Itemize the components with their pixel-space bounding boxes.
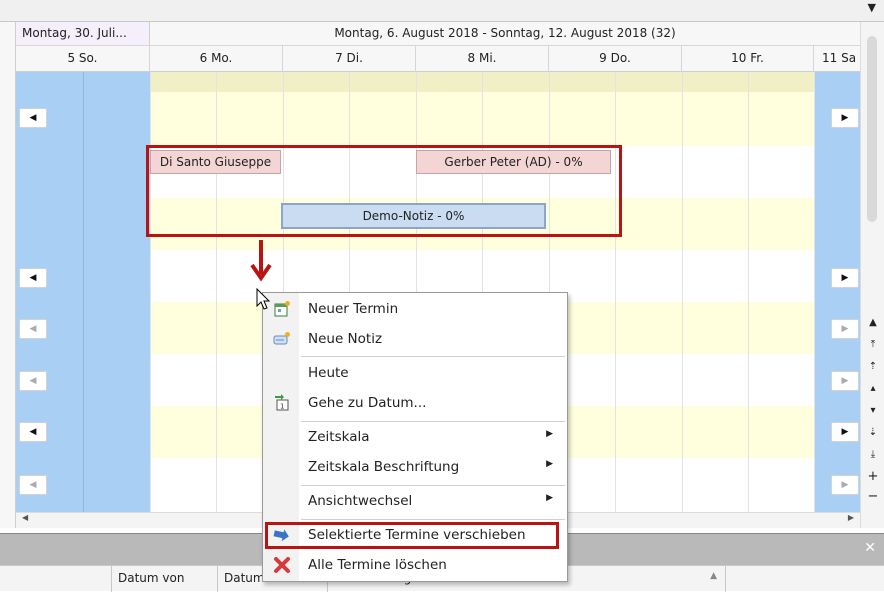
empty-column-header [0, 566, 112, 592]
delete-x-icon [274, 557, 290, 573]
selection-highlight-box [146, 145, 622, 237]
calendar-new-icon [274, 301, 290, 317]
menu-item-label: Heute [308, 365, 349, 381]
menu-item-zeitskala-beschriftung[interactable]: Zeitskala Beschriftung ▶ [263, 453, 567, 481]
plus-icon[interactable]: + [861, 468, 884, 486]
close-icon[interactable]: ✕ [864, 540, 876, 556]
sort-ascending-icon[interactable]: ▲ [710, 571, 717, 581]
zoom-out-icon[interactable]: ⇣ [861, 424, 884, 442]
day-header-sunday[interactable]: 5 So. [16, 46, 150, 72]
zoom-in-max-icon[interactable]: ⤒ [861, 336, 884, 354]
menu-item-neuer-termin[interactable]: Neuer Termin [263, 295, 567, 323]
scroll-right-button[interactable]: ▶ [831, 319, 859, 339]
day-header-row: 5 So. 6 Mo. 7 Di. 8 Mi. 9 Do. 10 Fr. 11 … [16, 46, 860, 72]
grid-line [814, 72, 815, 514]
scroll-right-button[interactable]: ▶ [831, 371, 859, 391]
red-arrow-icon [250, 240, 272, 282]
day-header-saturday[interactable]: 11 Sa [814, 46, 860, 72]
zoom-in-icon[interactable]: ⇡ [861, 358, 884, 376]
menu-separator [301, 356, 565, 357]
day-header-wednesday[interactable]: 8 Mi. [416, 46, 549, 72]
menu-separator [301, 485, 565, 486]
scroll-left-button[interactable]: ◀ [19, 422, 47, 442]
step-down-icon[interactable]: ▾ [861, 402, 884, 420]
vertical-scrollbar[interactable]: ▲ ⤒ ⇡ ▴ ▾ ⇣ ⤓ + − [860, 22, 884, 528]
minus-icon[interactable]: − [861, 488, 884, 506]
scroll-right-button[interactable]: ▶ [831, 422, 859, 442]
menu-item-label: Zeitskala Beschriftung [308, 459, 460, 475]
previous-range-header[interactable]: Montag, 30. Juli... [16, 22, 150, 46]
left-gutter [0, 22, 16, 528]
empty-column-header [726, 566, 884, 592]
grid-line [83, 72, 84, 514]
goto-date-icon: 1 [275, 394, 289, 411]
scroll-left-arrow-icon[interactable]: ◀ [22, 513, 28, 522]
day-header-monday[interactable]: 6 Mo. [150, 46, 283, 72]
grid-line [748, 72, 749, 514]
grid-line [682, 72, 683, 514]
submenu-arrow-icon: ▶ [546, 459, 553, 469]
scroll-right-arrow-icon[interactable]: ▶ [848, 513, 854, 522]
week-range-header: Montag, 6. August 2018 - Sonntag, 12. Au… [150, 22, 860, 46]
menu-item-label: Ansichtwechsel [308, 493, 413, 509]
menu-item-heute[interactable]: Heute [263, 359, 567, 387]
scroll-up-arrow-icon[interactable]: ▲ [861, 314, 884, 332]
menu-separator [301, 421, 565, 422]
scroll-left-button[interactable]: ◀ [19, 108, 47, 128]
note-new-icon [273, 332, 290, 345]
scroll-left-button[interactable]: ◀ [19, 475, 47, 495]
svg-text:1: 1 [280, 403, 284, 411]
scroll-right-button[interactable]: ▶ [831, 108, 859, 128]
scroll-left-button[interactable]: ◀ [19, 268, 47, 288]
dropdown-arrow-icon[interactable]: ▼ [868, 1, 876, 14]
submenu-arrow-icon: ▶ [546, 493, 553, 503]
column-header-datum-von[interactable]: Datum von [112, 566, 218, 592]
menu-item-label: Gehe zu Datum... [308, 395, 427, 411]
menu-item-ansichtwechsel[interactable]: Ansichtwechsel ▶ [263, 487, 567, 515]
day-header-friday[interactable]: 10 Fr. [682, 46, 814, 72]
context-menu: Neuer Termin Neue Notiz Heute 1 Gehe zu … [262, 292, 568, 582]
grid-line [216, 72, 217, 514]
menu-item-label: Zeitskala [308, 429, 370, 445]
zoom-out-max-icon[interactable]: ⤓ [861, 446, 884, 464]
scroll-right-button[interactable]: ▶ [831, 475, 859, 495]
grid-line [150, 72, 151, 514]
scroll-right-button[interactable]: ▶ [831, 268, 859, 288]
menu-item-label: Neue Notiz [308, 331, 383, 347]
weekend-column-saturday[interactable] [814, 72, 860, 514]
menu-item-neue-notiz[interactable]: Neue Notiz [263, 325, 567, 353]
scroll-left-button[interactable]: ◀ [19, 371, 47, 391]
scroll-left-button[interactable]: ◀ [19, 319, 47, 339]
menu-separator [301, 519, 565, 520]
menu-highlight-box [265, 522, 559, 549]
menu-item-zeitskala[interactable]: Zeitskala ▶ [263, 423, 567, 451]
day-header-tuesday[interactable]: 7 Di. [283, 46, 416, 72]
menu-item-label: Alle Termine löschen [308, 557, 447, 573]
step-up-icon[interactable]: ▴ [861, 380, 884, 398]
grid-line [615, 72, 616, 514]
scrollbar-thumb[interactable] [867, 36, 877, 222]
menu-item-gehe-zu-datum[interactable]: 1 Gehe zu Datum... [263, 389, 567, 417]
day-header-thursday[interactable]: 9 Do. [549, 46, 682, 72]
top-toolbar: ▼ [0, 0, 884, 22]
menu-item-label: Neuer Termin [308, 301, 399, 317]
menu-item-alle-termine-loeschen[interactable]: Alle Termine löschen [263, 551, 567, 579]
mouse-cursor-icon [256, 288, 271, 310]
submenu-arrow-icon: ▶ [546, 429, 553, 439]
